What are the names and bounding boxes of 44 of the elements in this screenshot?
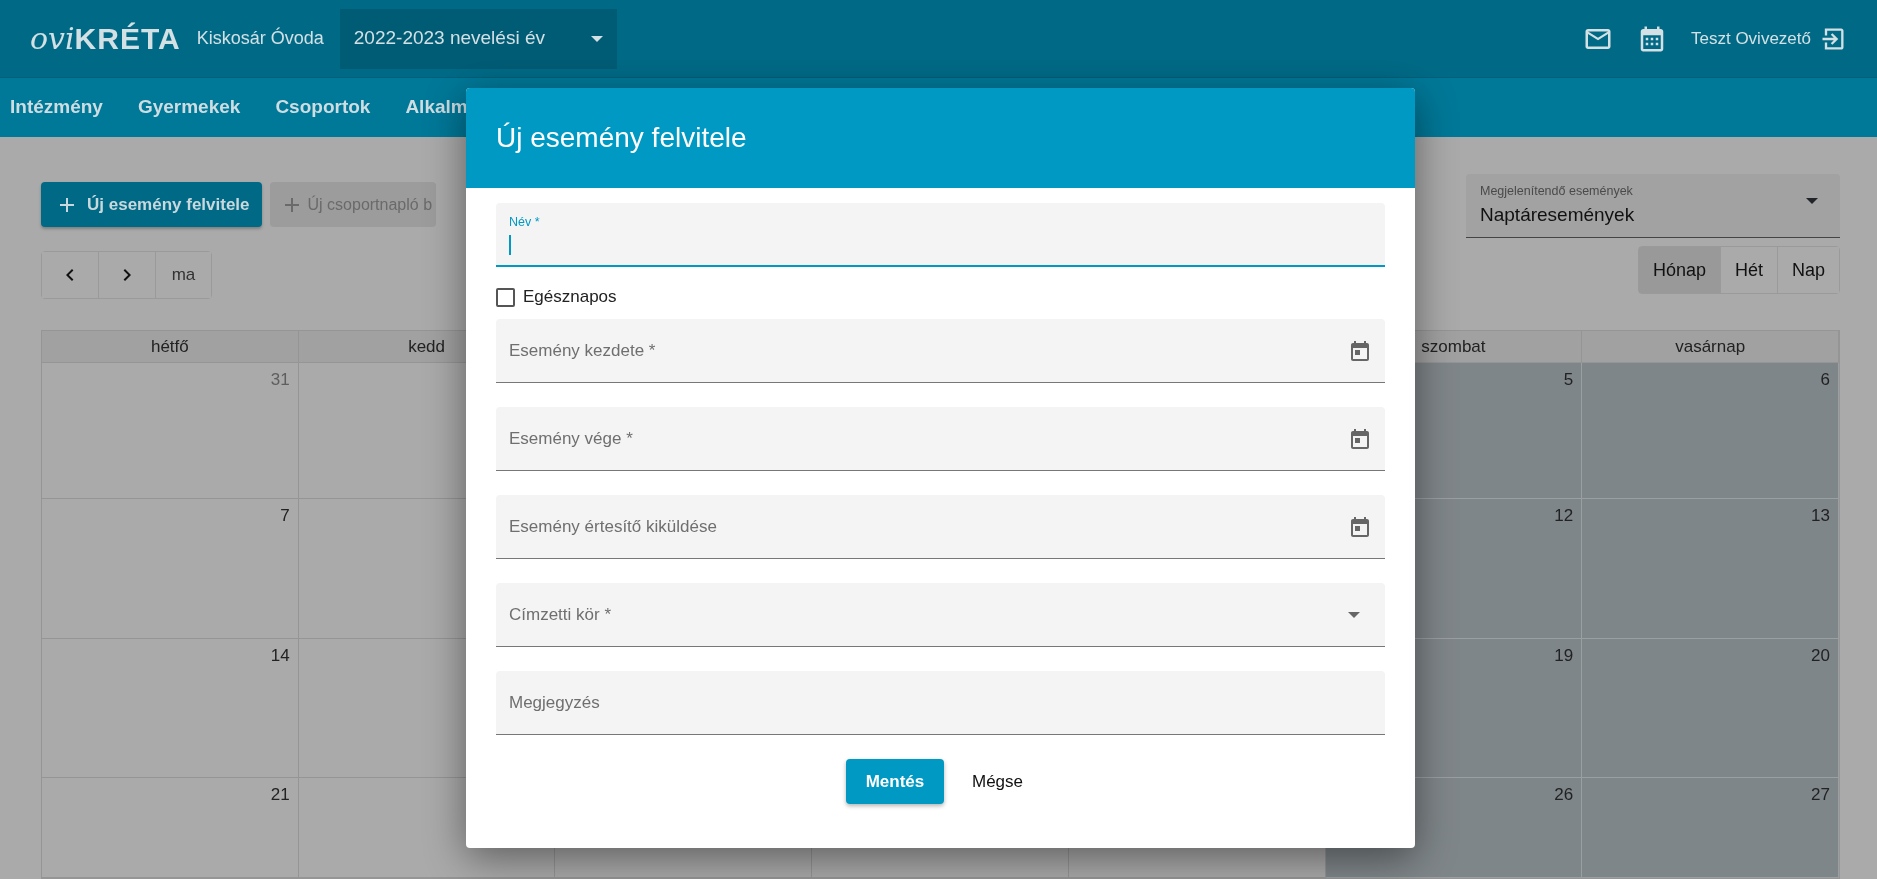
day-number[interactable]: 26 bbox=[1554, 785, 1574, 804]
day-number[interactable]: 5 bbox=[1563, 370, 1574, 389]
caret-icon bbox=[1348, 611, 1360, 618]
year-select[interactable]: 2022-2023 nevelési év bbox=[339, 8, 617, 69]
add-event-button[interactable]: Új esemény felvitele bbox=[41, 182, 262, 227]
save-button[interactable]: Mentés bbox=[846, 759, 944, 804]
calendar-icon[interactable] bbox=[1348, 514, 1372, 539]
day-number[interactable]: 20 bbox=[1811, 646, 1830, 665]
event-filter-label: Megjelenítendő események bbox=[1480, 183, 1634, 200]
day-number[interactable]: 21 bbox=[270, 785, 290, 804]
day-number[interactable]: 27 bbox=[1811, 785, 1830, 804]
nav-item[interactable]: Gyermekek bbox=[137, 93, 260, 122]
input-field[interactable]: Megjegyzés bbox=[496, 671, 1385, 735]
nav-item[interactable]: Intézmény bbox=[10, 93, 122, 122]
cancel-button[interactable]: Mégse bbox=[960, 759, 1035, 804]
logo-script-text: ovi bbox=[30, 20, 75, 58]
logo-text: KRÉTA bbox=[74, 21, 181, 57]
user-name[interactable]: Teszt Ovivezető bbox=[1691, 25, 1811, 52]
checkbox[interactable] bbox=[496, 287, 515, 307]
dialog-title: Új esemény felvitele bbox=[496, 121, 747, 155]
day-number[interactable]: 7 bbox=[280, 506, 290, 525]
select-field[interactable]: Címzetti kör * bbox=[496, 583, 1385, 647]
day-number[interactable]: 6 bbox=[1820, 370, 1830, 389]
date-field[interactable]: Esemény kezdete * bbox=[496, 319, 1385, 383]
calendar-icon[interactable] bbox=[1348, 338, 1372, 363]
date-field[interactable]: Esemény értesítő kiküldése bbox=[496, 495, 1385, 559]
day-number[interactable]: 13 bbox=[1811, 506, 1830, 525]
calendar-icon[interactable] bbox=[1348, 426, 1372, 451]
caret-icon bbox=[1806, 198, 1818, 204]
input-field[interactable]: Név * bbox=[496, 203, 1385, 267]
checkbox-label[interactable]: Egésznapos bbox=[523, 284, 617, 310]
weekday-header: hétfő bbox=[42, 331, 299, 363]
day-number[interactable]: 31 bbox=[270, 370, 290, 389]
caret-icon bbox=[590, 35, 603, 42]
weekday-header: vasárnap bbox=[1582, 331, 1839, 363]
event-filter-value: Naptáresemények bbox=[1480, 202, 1635, 227]
day-number[interactable]: 12 bbox=[1554, 506, 1574, 525]
event-filter-select[interactable]: Megjelenítendő események Naptáresemények bbox=[1466, 174, 1840, 238]
date-field[interactable]: Esemény vége * bbox=[496, 407, 1385, 471]
nav-item[interactable]: Csoportok bbox=[275, 93, 390, 122]
institution-name: Kiskosár Óvoda bbox=[196, 26, 324, 50]
day-number[interactable]: 14 bbox=[270, 646, 290, 665]
day-number[interactable]: 19 bbox=[1554, 646, 1574, 665]
view-tab[interactable]: Hónap bbox=[1638, 247, 1721, 293]
